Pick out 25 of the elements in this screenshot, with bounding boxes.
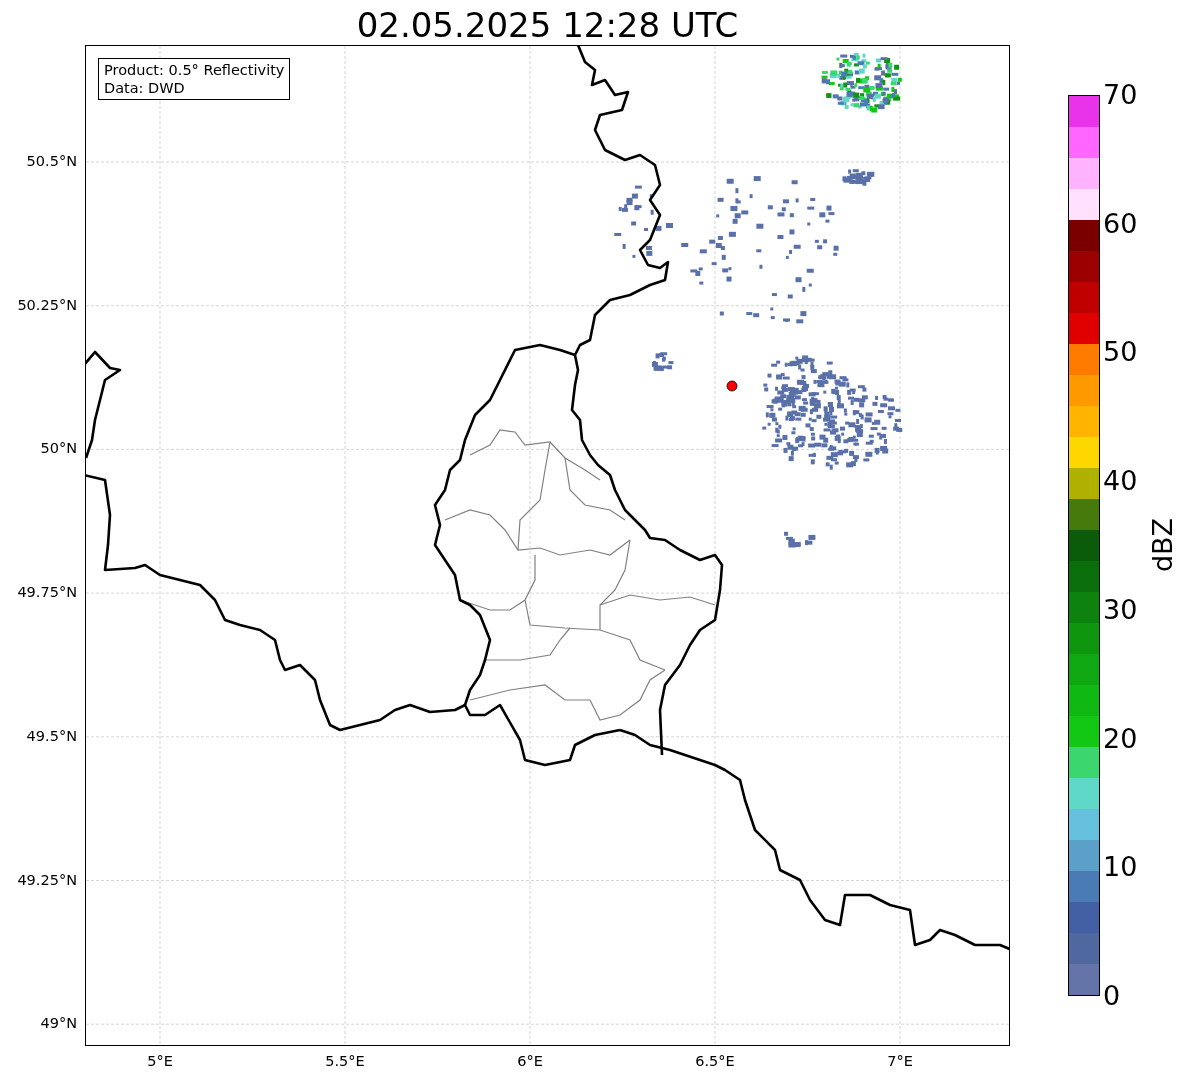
colorbar-tick-label: 50 bbox=[1103, 337, 1138, 368]
colorbar-tick-label: 10 bbox=[1103, 852, 1138, 883]
colorbar-label: dBZ bbox=[1146, 517, 1178, 573]
latitude-label: 50°N bbox=[40, 440, 77, 457]
colorbar-tick-label: 70 bbox=[1103, 80, 1138, 110]
colorbar-tick-label: 0 bbox=[1103, 981, 1121, 1011]
longitude-label: 6.5°E bbox=[695, 1053, 735, 1069]
colorbar-tick-label: 20 bbox=[1103, 723, 1138, 754]
latitude-label: 49°N bbox=[40, 1015, 77, 1032]
info-line: Data: DWD bbox=[104, 79, 186, 97]
colorbar-tick-label: 30 bbox=[1103, 594, 1138, 625]
longitude-label: 5.5°E bbox=[325, 1053, 365, 1069]
plot-title: 02.05.2025 12:28 UTC bbox=[356, 5, 739, 45]
info-line: Product: 0.5° Reflectivity bbox=[104, 61, 285, 79]
latitude-label: 49.5°N bbox=[26, 727, 77, 744]
latitude-label: 49.75°N bbox=[17, 584, 77, 601]
radar-site-marker bbox=[726, 380, 738, 392]
latitude-label: 50.5°N bbox=[26, 153, 77, 169]
colorbar-tick-label: 40 bbox=[1103, 466, 1138, 497]
longitude-label: 5°E bbox=[147, 1053, 173, 1069]
latitude-label: 50.25°N bbox=[17, 296, 77, 313]
colorbar-tick-label: 60 bbox=[1103, 208, 1138, 239]
longitude-label: 6°E bbox=[517, 1053, 543, 1069]
longitude-label: 7°E bbox=[887, 1053, 913, 1069]
latitude-label: 49.25°N bbox=[17, 871, 77, 888]
